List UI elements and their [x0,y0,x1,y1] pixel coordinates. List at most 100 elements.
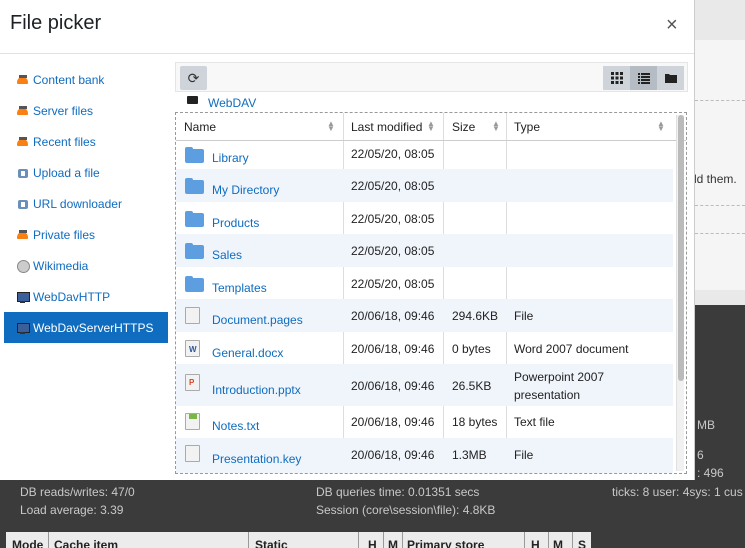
file-modified: 22/05/20, 08:05 [351,244,435,258]
sidebar-item-recent-files[interactable]: Recent files [4,126,168,157]
file-size: 0 bytes [452,342,491,356]
background-panel [695,40,745,290]
folder-icon [185,147,204,163]
file-type: Word 2007 document [514,342,629,356]
file-name[interactable]: Presentation.key [212,452,301,466]
sidebar-item-server-files[interactable]: Server files [4,95,168,126]
table-row[interactable]: Notes.txt 20/06/18, 09:46 18 bytes Text … [176,406,673,438]
breadcrumb-item[interactable]: WebDAV [208,96,256,110]
file-modified: 20/06/18, 09:46 [351,379,435,393]
file-name[interactable]: Sales [212,248,242,262]
column-divider [358,532,359,548]
repository-sidebar: Content bank Server files Recent files U… [4,64,168,343]
cache-col-m: M [388,538,398,548]
stat-text: : 496 [697,466,724,480]
file-name[interactable]: Products [212,216,259,230]
moodle-icon [16,105,30,117]
close-button[interactable]: × [666,14,678,37]
folder-icon [664,74,677,83]
column-divider [48,532,49,548]
sidebar-item-label: WebDavHTTP [33,289,111,304]
moodle-icon [16,136,30,148]
upload-icon [16,167,30,179]
file-size: 1.3MB [452,448,487,462]
table-row[interactable]: My Directory 22/05/20, 08:05 [176,169,673,202]
table-row[interactable]: Templates 22/05/20, 08:05 [176,267,673,299]
db-queries-text: DB queries time: 0.01351 secs [316,485,480,499]
cache-col-h2: H [531,538,540,548]
file-type: Text file [514,415,555,429]
sidebar-item-upload-file[interactable]: Upload a file [4,157,168,188]
file-name[interactable]: Introduction.pptx [212,383,301,397]
file-modified: 22/05/20, 08:05 [351,277,435,291]
load-average-text: Load average: 3.39 [20,503,124,517]
folder-icon [187,96,198,104]
cache-col-static: Static [255,538,288,548]
file-modified: 22/05/20, 08:05 [351,147,435,161]
column-header-name[interactable]: Name [184,120,216,134]
vertical-scrollbar[interactable] [676,115,684,471]
refresh-button[interactable]: ⟳ [180,66,207,90]
list-view-button[interactable] [630,66,657,90]
session-text: Session (core\session\file): 4.8KB [316,503,496,517]
column-divider [572,532,573,548]
moodle-icon [16,229,30,241]
column-header-size[interactable]: Size [452,120,475,134]
file-name[interactable]: Templates [212,281,267,295]
cache-col-primary: Primary store [407,538,485,548]
file-list-table: Name ▲ ▼ Last modified ▲ ▼ Size ▲ ▼ Type ▲ ▼… [175,112,687,474]
table-row[interactable]: Library 22/05/20, 08:05 [176,141,673,169]
column-header-type[interactable]: Type [514,120,540,134]
column-header-modified[interactable]: Last modified [351,120,422,134]
sort-icon: ▲ ▼ [492,119,500,133]
sidebar-item-webdavserverhttps[interactable]: WebDavServerHTTPS [4,312,168,343]
ticks-text: ticks: 8 user: 4sys: 1 cus [612,485,743,499]
memory-text: MB [697,418,715,432]
file-name[interactable]: Notes.txt [212,419,259,433]
table-row[interactable]: Sales 22/05/20, 08:05 [176,234,673,267]
file-icon [185,445,200,462]
sidebar-item-wikimedia[interactable]: Wikimedia [4,250,168,281]
file-picker-dialog: File picker × Content bank Server files … [0,0,695,480]
column-divider [248,532,249,548]
table-row[interactable]: Introduction.pptx 20/06/18, 09:46 26.5KB… [176,364,673,406]
file-size: 18 bytes [452,415,498,429]
dialog-title: File picker [10,12,102,34]
folder-icon [185,276,204,292]
cache-col-item: Cache item [54,538,119,548]
powerpoint-document-icon [185,374,200,391]
icons-view-button[interactable] [603,66,630,90]
file-type: presentation [514,388,581,402]
file-modified: 20/06/18, 09:46 [351,448,435,462]
table-row[interactable]: General.docx 20/06/18, 09:46 0 bytes Wor… [176,332,673,364]
column-divider [524,532,525,548]
sort-icon: ▲ ▼ [427,119,435,133]
file-name[interactable]: General.docx [212,346,283,360]
file-modified: 20/06/18, 09:46 [351,309,435,323]
sidebar-item-content-bank[interactable]: Content bank [4,64,168,95]
tree-view-button[interactable] [657,66,684,90]
view-switcher [603,66,684,90]
dialog-header: File picker × [0,0,694,54]
word-document-icon [185,340,200,357]
refresh-icon: ⟳ [187,69,200,86]
file-name[interactable]: Library [212,151,249,165]
sidebar-item-private-files[interactable]: Private files [4,219,168,250]
scrollbar-thumb[interactable] [678,115,684,381]
stat-text: 6 [697,448,704,462]
file-modified: 22/05/20, 08:05 [351,179,435,193]
file-name[interactable]: Document.pages [212,313,303,327]
sort-icon: ▲ ▼ [657,119,665,133]
table-row[interactable]: Products 22/05/20, 08:05 [176,202,673,234]
column-divider [383,532,384,548]
sidebar-item-url-downloader[interactable]: URL downloader [4,188,168,219]
file-type: Powerpoint 2007 [514,370,605,384]
folder-icon [185,211,204,227]
background-divider [695,205,745,206]
cache-col-h: H [368,538,377,548]
table-row[interactable]: Document.pages 20/06/18, 09:46 294.6KB F… [176,299,673,332]
file-name[interactable]: My Directory [212,183,279,197]
table-row[interactable]: Presentation.key 20/06/18, 09:46 1.3MB F… [176,438,673,473]
sidebar-item-webdavhttp[interactable]: WebDavHTTP [4,281,168,312]
column-divider [402,532,403,548]
